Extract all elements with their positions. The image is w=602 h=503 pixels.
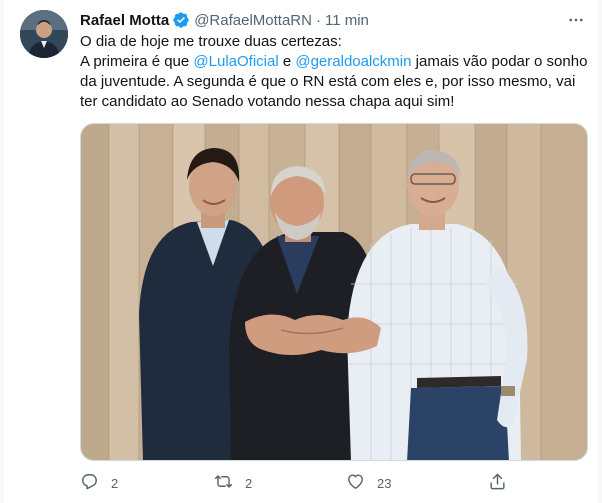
tweet-actions: 2 2 23 bbox=[80, 470, 588, 496]
text-fragment: A primeira é que bbox=[80, 53, 194, 70]
reply-count: 2 bbox=[111, 475, 119, 491]
author-handle[interactable]: @RafaelMottaRN bbox=[194, 12, 312, 29]
text-fragment: e bbox=[278, 53, 296, 70]
tweet-text-line: A primeira é que @LulaOficial e @geraldo… bbox=[80, 52, 588, 72]
like-count: 23 bbox=[377, 475, 392, 491]
heart-icon bbox=[346, 472, 365, 494]
like-button[interactable]: 23 bbox=[346, 472, 391, 494]
tweet-text-line: O dia de hoje me trouxe duas certezas: bbox=[80, 33, 342, 50]
share-icon bbox=[488, 472, 507, 494]
share-button[interactable] bbox=[488, 472, 507, 494]
retweet-button[interactable]: 2 bbox=[214, 472, 252, 494]
text-fragment: jamais vão podar o sonho bbox=[411, 53, 588, 70]
mention-link-lula[interactable]: @LulaOficial bbox=[193, 53, 278, 70]
photo-content bbox=[81, 124, 587, 460]
tweet-photo[interactable] bbox=[80, 123, 588, 461]
tweet-text: O dia de hoje me trouxe duas certezas: A… bbox=[80, 32, 588, 112]
tweet-text-line: da juventude. A segunda é que o RN está … bbox=[80, 73, 576, 90]
avatar[interactable] bbox=[20, 10, 68, 58]
more-options-icon[interactable] bbox=[566, 10, 586, 30]
header-separator: · bbox=[315, 11, 321, 29]
avatar-photo bbox=[20, 10, 68, 58]
reply-icon bbox=[80, 472, 99, 494]
tweet-timestamp[interactable]: 11 min bbox=[325, 12, 369, 29]
mention-link-alckmin[interactable]: @geraldoalckmin bbox=[295, 53, 411, 70]
reply-button[interactable]: 2 bbox=[80, 472, 118, 494]
tweet-header: Rafael Motta @RafaelMottaRN · 11 min bbox=[80, 10, 369, 30]
author-name[interactable]: Rafael Motta bbox=[80, 12, 169, 29]
retweet-icon bbox=[214, 472, 233, 494]
tweet-card[interactable]: Rafael Motta @RafaelMottaRN · 11 min O d… bbox=[4, 0, 598, 503]
verified-badge-icon bbox=[172, 11, 190, 29]
tweet-text-line: ter candidato ao Senado votando nessa ch… bbox=[80, 93, 455, 110]
retweet-count: 2 bbox=[245, 475, 253, 491]
